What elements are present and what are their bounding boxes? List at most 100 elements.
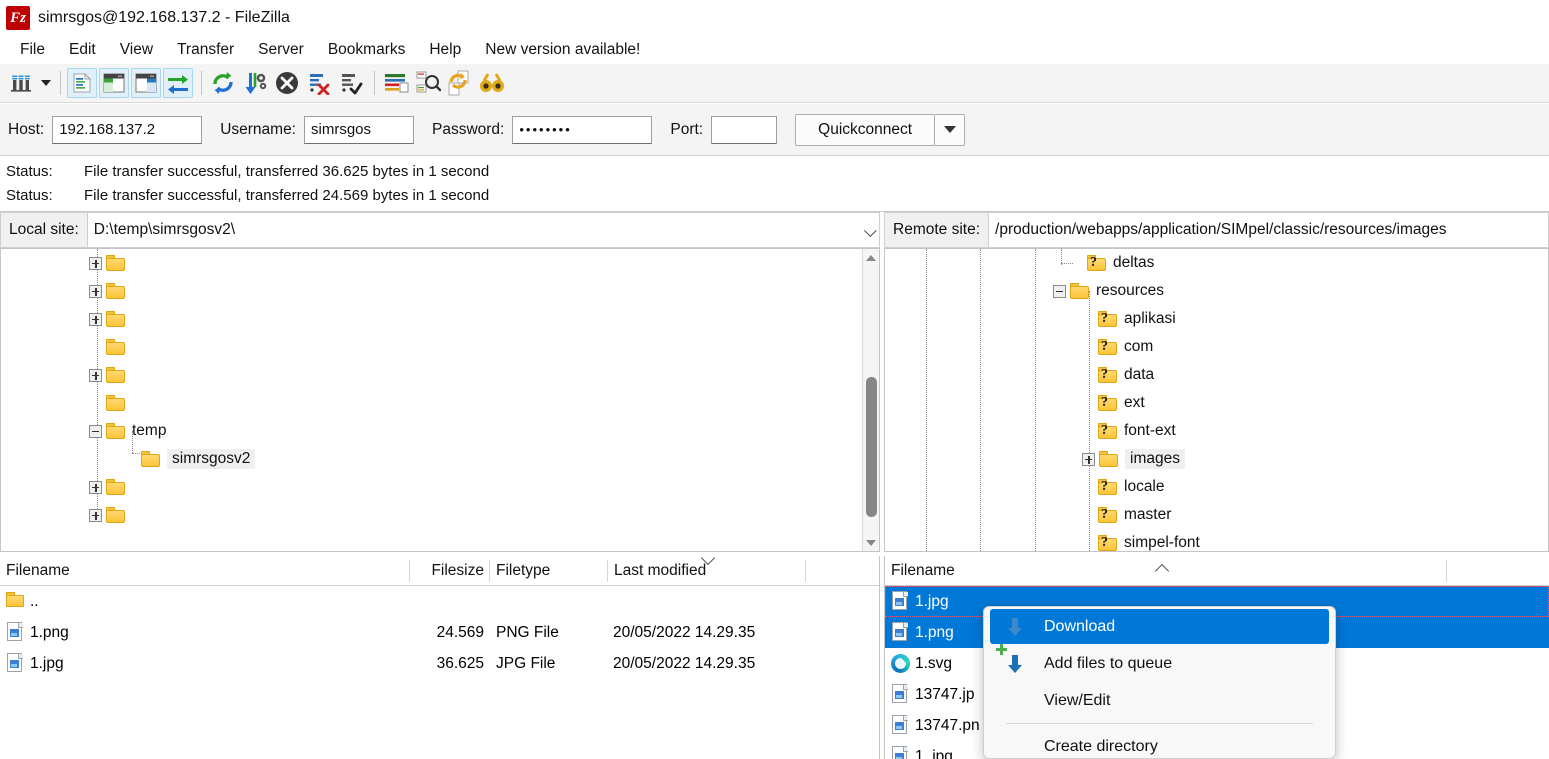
local-file-list[interactable]: Filename Filesize Filetype Last modified <box>0 556 880 759</box>
synchronized-browsing-icon[interactable] <box>445 68 475 98</box>
remote-tree-node-locale[interactable]: ? locale <box>1098 473 1165 501</box>
local-tree-node[interactable] <box>89 305 132 333</box>
remote-tree-node-label: font-ext <box>1124 422 1176 440</box>
local-tree-scrollbar[interactable] <box>862 249 879 551</box>
local-tree-node[interactable] <box>89 333 132 361</box>
remote-tree-node-images[interactable]: images <box>1082 445 1185 473</box>
local-tree-node[interactable] <box>89 473 132 501</box>
context-menu-item-add-files-to-queue[interactable]: Add files to queue <box>990 646 1329 681</box>
local-tree-node[interactable] <box>89 389 132 417</box>
username-label: Username: <box>220 121 296 139</box>
column-header-filename-label: Filename <box>891 562 955 580</box>
expand-toggle-icon[interactable] <box>89 509 102 522</box>
site-manager-icon[interactable] <box>6 68 36 98</box>
scroll-down-arrow-icon[interactable] <box>863 534 879 551</box>
filter-icon[interactable] <box>381 68 411 98</box>
last-modified-cell: 20/05/2022 14.29.35 <box>613 655 755 673</box>
table-row[interactable]: 1.jpg 36.625 JPG File 20/05/2022 14.29.3… <box>0 648 879 679</box>
collapse-toggle-icon[interactable] <box>89 425 102 438</box>
collapse-toggle-icon[interactable] <box>1053 285 1066 298</box>
column-header-filename[interactable]: Filename <box>0 556 410 586</box>
port-input[interactable] <box>711 116 777 144</box>
process-queue-icon[interactable] <box>240 68 270 98</box>
status-message: File transfer successful, transferred 36… <box>84 160 489 184</box>
menu-item-help[interactable]: Help <box>417 39 473 61</box>
password-label: Password: <box>432 121 504 139</box>
expand-toggle-icon[interactable] <box>89 481 102 494</box>
menu-item-edit[interactable]: Edit <box>57 39 108 61</box>
context-menu-item-create-directory[interactable]: Create directory <box>990 729 1329 759</box>
local-tree-node[interactable] <box>89 361 132 389</box>
username-input[interactable] <box>304 116 414 144</box>
remote-tree-node-label: com <box>1124 338 1153 356</box>
remote-tree-node-master[interactable]: ? master <box>1098 501 1171 529</box>
site-manager-dropdown-icon[interactable] <box>38 68 54 98</box>
remote-tree-node-label: locale <box>1124 478 1165 496</box>
local-directory-tree[interactable]: temp simrsgosv2 <box>0 248 880 552</box>
remote-tree-node-resources[interactable]: resources <box>1053 277 1164 305</box>
toggle-message-log-icon[interactable] <box>67 68 97 98</box>
disconnect-icon[interactable] <box>304 68 334 98</box>
file-name-cell: 1.png <box>30 624 69 642</box>
remote-tree-node-deltas[interactable]: ? deltas <box>1070 249 1154 277</box>
expand-toggle-icon[interactable] <box>89 369 102 382</box>
local-tree-node-simrsgosv2[interactable]: simrsgosv2 <box>141 445 255 473</box>
column-header-last-modified[interactable]: Last modified <box>608 556 806 586</box>
local-tree-node[interactable] <box>89 277 132 305</box>
expand-toggle-icon[interactable] <box>89 313 102 326</box>
file-size-cell: 36.625 <box>390 655 484 673</box>
remote-site-path-combobox[interactable]: /production/webapps/application/SIMpel/c… <box>988 212 1549 248</box>
quickconnect-dropdown-icon[interactable] <box>935 114 965 146</box>
tree-line <box>926 249 927 551</box>
reconnect-icon[interactable] <box>336 68 366 98</box>
context-menu-item-label: Create directory <box>1044 738 1158 756</box>
refresh-icon[interactable] <box>208 68 238 98</box>
remote-tree-node-ext[interactable]: ? ext <box>1098 389 1145 417</box>
remote-directory-tree[interactable]: ? deltas resources ? aplikasi ? com ? da… <box>884 248 1549 552</box>
unknown-folder-icon: ? <box>1087 255 1107 271</box>
image-file-icon <box>7 622 24 646</box>
menu-item-new-version-available[interactable]: New version available! <box>473 39 652 61</box>
menu-item-transfer[interactable]: Transfer <box>165 39 246 61</box>
directory-comparison-icon[interactable] <box>413 68 443 98</box>
menu-item-file[interactable]: File <box>8 39 57 61</box>
expand-toggle-icon[interactable] <box>89 257 102 270</box>
cancel-operation-icon[interactable] <box>272 68 302 98</box>
toggle-transfer-queue-icon[interactable] <box>163 68 193 98</box>
local-site-path-combobox[interactable]: D:\temp\simrsgosv2\ <box>87 212 880 248</box>
file-name-cell: 13747.pn <box>915 717 980 735</box>
unknown-folder-icon: ? <box>1098 423 1118 439</box>
search-remote-files-icon[interactable] <box>477 68 507 98</box>
remote-tree-node-simpel-font[interactable]: ? simpel-font <box>1098 529 1200 552</box>
menu-item-view[interactable]: View <box>108 39 165 61</box>
remote-tree-node-aplikasi[interactable]: ? aplikasi <box>1098 305 1176 333</box>
context-menu-item-view-edit[interactable]: View/Edit <box>990 683 1329 718</box>
table-row[interactable]: 1.png 24.569 PNG File 20/05/2022 14.29.3… <box>0 617 879 648</box>
local-tree-node-temp[interactable]: temp <box>89 417 166 445</box>
filezilla-logo-icon <box>6 6 30 30</box>
remote-tree-node-data[interactable]: ? data <box>1098 361 1154 389</box>
menu-item-bookmarks[interactable]: Bookmarks <box>316 39 418 61</box>
file-name-cell: 1.png <box>915 624 954 642</box>
scroll-up-arrow-icon[interactable] <box>863 249 879 266</box>
local-tree-node[interactable] <box>89 249 132 277</box>
column-header-filename[interactable]: Filename <box>885 556 1447 586</box>
column-header-filesize[interactable]: Filesize <box>410 556 490 586</box>
table-row[interactable]: .. <box>0 586 879 617</box>
password-input[interactable] <box>512 116 652 144</box>
remote-tree-node-com[interactable]: ? com <box>1098 333 1153 361</box>
expand-toggle-icon[interactable] <box>1082 453 1095 466</box>
column-header-filetype[interactable]: Filetype <box>490 556 608 586</box>
menu-item-server[interactable]: Server <box>246 39 316 61</box>
context-menu-item-download[interactable]: Download <box>990 609 1329 644</box>
local-tree-node[interactable] <box>89 501 132 529</box>
host-input[interactable] <box>52 116 202 144</box>
remote-file-context-menu[interactable]: Download Add files to queue View/Edit Cr… <box>983 606 1336 759</box>
status-message-log: Status: File transfer successful, transf… <box>0 156 1549 212</box>
toggle-local-tree-icon[interactable] <box>99 68 129 98</box>
toggle-remote-tree-icon[interactable] <box>131 68 161 98</box>
scrollbar-thumb[interactable] <box>866 377 877 517</box>
expand-toggle-icon[interactable] <box>89 285 102 298</box>
quickconnect-button[interactable]: Quickconnect <box>795 114 935 146</box>
remote-tree-node-font-ext[interactable]: ? font-ext <box>1098 417 1176 445</box>
